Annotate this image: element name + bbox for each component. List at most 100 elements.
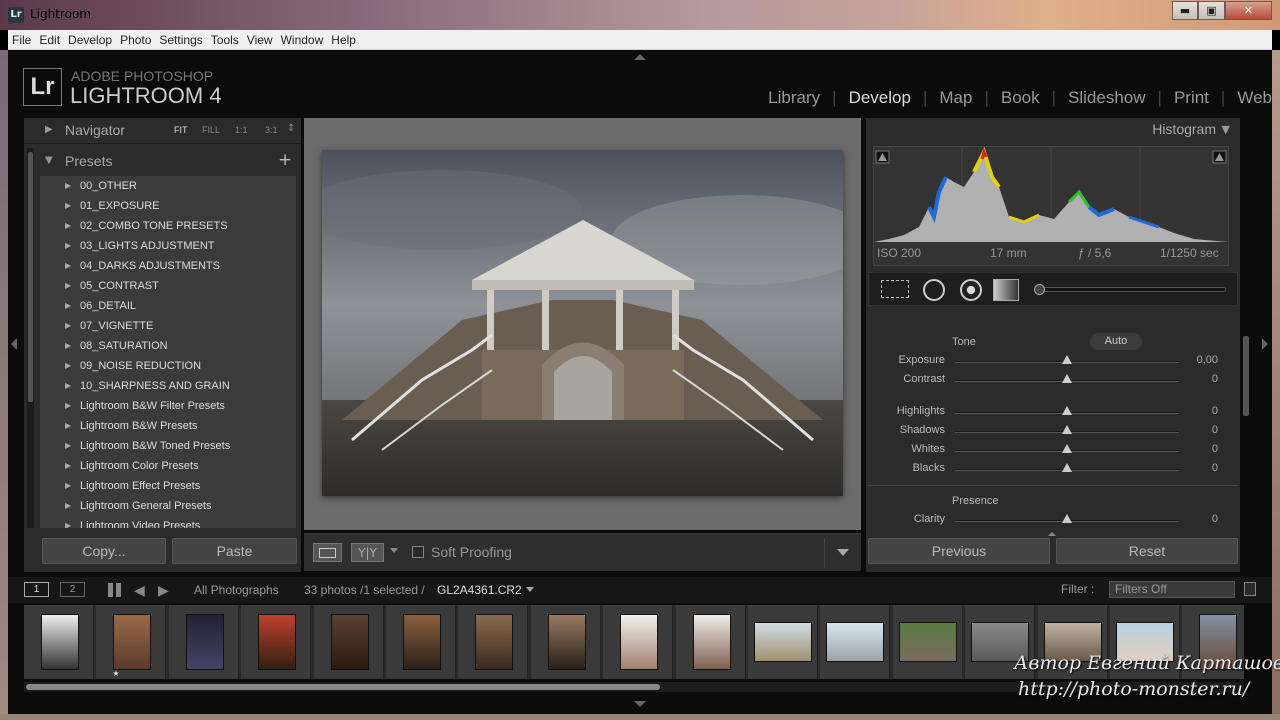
slider-value[interactable]: 0,00 bbox=[1197, 354, 1218, 366]
slider-value[interactable]: 0 bbox=[1212, 443, 1218, 455]
menu-tools[interactable]: Tools bbox=[207, 30, 243, 47]
filmstrip-cell[interactable] bbox=[386, 605, 456, 679]
reset-button[interactable]: Reset bbox=[1056, 538, 1238, 564]
filmstrip-cell[interactable] bbox=[313, 605, 384, 679]
preset-folder[interactable]: ▶ Lightroom B&W Filter Presets bbox=[40, 396, 296, 416]
slider-row-blacks[interactable]: Blacks 0 bbox=[868, 460, 1238, 479]
menu-file[interactable]: File bbox=[8, 30, 35, 47]
slider-thumb[interactable] bbox=[1062, 514, 1072, 523]
preset-folder[interactable]: ▶ 00_OTHER bbox=[40, 176, 296, 196]
filmstrip-thumbnail[interactable] bbox=[898, 622, 957, 662]
preset-folder[interactable]: ▶ 04_DARKS ADJUSTMENTS bbox=[40, 256, 296, 276]
add-preset-button[interactable]: + bbox=[278, 150, 292, 170]
slider-thumb[interactable] bbox=[1062, 425, 1072, 434]
close-button[interactable]: ✕ bbox=[1225, 1, 1272, 20]
preset-folder[interactable]: ▶ 02_COMBO TONE PRESETS bbox=[40, 216, 296, 236]
module-book[interactable]: Book bbox=[1001, 88, 1040, 108]
filmstrip-thumbnail[interactable] bbox=[330, 614, 369, 670]
source-label[interactable]: All Photographs bbox=[194, 583, 279, 597]
toolbar-options-icon[interactable] bbox=[837, 549, 849, 556]
histogram[interactable]: ISO 200 17 mm ƒ / 5,6 1/1250 sec bbox=[873, 146, 1229, 266]
zoom-3-1[interactable]: 3:1 bbox=[265, 125, 278, 135]
slider-row-shadows[interactable]: Shadows 0 bbox=[868, 422, 1238, 441]
slider-value[interactable]: 0 bbox=[1212, 424, 1218, 436]
main-photo[interactable] bbox=[322, 150, 843, 496]
preset-folder[interactable]: ▶ Lightroom Color Presets bbox=[40, 456, 296, 476]
chevron-down-icon[interactable] bbox=[390, 548, 398, 553]
zoom-chooser-icon[interactable]: ⇕ bbox=[287, 123, 295, 134]
preset-folder[interactable]: ▶ 07_VIGNETTE bbox=[40, 316, 296, 336]
crop-tool-icon[interactable] bbox=[881, 280, 909, 298]
filter-select[interactable]: Filters Off bbox=[1109, 581, 1235, 598]
slider-thumb[interactable] bbox=[1062, 355, 1072, 364]
zoom-1-1[interactable]: 1:1 bbox=[235, 125, 248, 135]
module-slideshow[interactable]: Slideshow bbox=[1068, 88, 1146, 108]
selected-filename[interactable]: GL2A4361.CR2 bbox=[437, 583, 522, 597]
paste-button[interactable]: Paste bbox=[172, 538, 297, 564]
slider-row-highlights[interactable]: Highlights 0 bbox=[868, 403, 1238, 422]
menu-view[interactable]: View bbox=[243, 30, 277, 47]
slider-value[interactable]: 0 bbox=[1212, 373, 1218, 385]
auto-tone-button[interactable]: Auto bbox=[1090, 333, 1142, 350]
filmstrip-cell[interactable] bbox=[241, 605, 312, 679]
copy-button[interactable]: Copy... bbox=[42, 538, 166, 564]
module-web[interactable]: Web bbox=[1237, 88, 1272, 108]
grid-view-icon[interactable] bbox=[108, 583, 122, 597]
slider-row-clarity[interactable]: Clarity 0 bbox=[868, 511, 1238, 530]
slider-value[interactable]: 0 bbox=[1212, 462, 1218, 474]
presets-header[interactable]: ▼ Presets + bbox=[24, 149, 301, 173]
filmstrip-cell[interactable] bbox=[168, 605, 239, 679]
menu-help[interactable]: Help bbox=[327, 30, 360, 47]
filmstrip-cell[interactable] bbox=[820, 605, 891, 679]
forward-arrow-icon[interactable]: ▶ bbox=[158, 582, 169, 599]
slider-row-whites[interactable]: Whites 0 bbox=[868, 441, 1238, 460]
module-print[interactable]: Print bbox=[1174, 88, 1209, 108]
filmstrip-thumbnail[interactable] bbox=[475, 614, 514, 670]
slider-thumb[interactable] bbox=[1062, 444, 1072, 453]
previous-button[interactable]: Previous bbox=[868, 538, 1050, 564]
right-panel-scroll-thumb[interactable] bbox=[1243, 336, 1249, 416]
filmstrip-thumbnail[interactable] bbox=[692, 614, 731, 670]
slider-value[interactable]: 0 bbox=[1212, 513, 1218, 525]
filmstrip-thumbnail[interactable] bbox=[547, 614, 586, 670]
left-panel-toggle-icon[interactable] bbox=[11, 338, 17, 350]
filmstrip-cell[interactable] bbox=[458, 605, 529, 679]
filmstrip-scroll-thumb[interactable] bbox=[26, 684, 660, 690]
bottom-panel-toggle-icon[interactable] bbox=[634, 701, 646, 707]
filmstrip-thumbnail[interactable] bbox=[403, 614, 441, 670]
spot-removal-icon[interactable] bbox=[923, 279, 945, 301]
presets-scroll-thumb[interactable] bbox=[28, 152, 33, 402]
filmstrip-cell[interactable] bbox=[748, 605, 818, 679]
filmstrip-thumbnail[interactable] bbox=[41, 614, 79, 670]
module-develop[interactable]: Develop bbox=[849, 88, 911, 108]
slider-value[interactable]: 0 bbox=[1212, 405, 1218, 417]
navigator-header[interactable]: ▶ Navigator FIT FILL 1:1 3:1 ⇕ bbox=[24, 118, 301, 142]
screen2-button[interactable]: 2 bbox=[60, 582, 85, 597]
preset-folder[interactable]: ▶ 08_SATURATION bbox=[40, 336, 296, 356]
slider-thumb[interactable] bbox=[1062, 374, 1072, 383]
filmstrip-cell[interactable] bbox=[530, 605, 601, 679]
adjustment-brush-icon[interactable] bbox=[1034, 284, 1045, 295]
menu-edit[interactable]: Edit bbox=[35, 30, 64, 47]
preset-folder[interactable]: ▶ 01_EXPOSURE bbox=[40, 196, 296, 216]
preset-folder[interactable]: ▶ 09_NOISE REDUCTION bbox=[40, 356, 296, 376]
back-arrow-icon[interactable]: ◀ bbox=[134, 582, 145, 599]
preset-folder[interactable]: ▶ Lightroom General Presets bbox=[40, 496, 296, 516]
minimize-button[interactable]: ▬ bbox=[1172, 1, 1198, 20]
soft-proofing-checkbox[interactable] bbox=[412, 546, 424, 558]
preset-folder[interactable]: ▶ Lightroom B&W Toned Presets bbox=[40, 436, 296, 456]
preset-folder[interactable]: ▶ Lightroom B&W Presets bbox=[40, 416, 296, 436]
slider-thumb[interactable] bbox=[1062, 463, 1072, 472]
red-eye-icon[interactable] bbox=[960, 279, 982, 301]
brush-slider-track[interactable] bbox=[1035, 287, 1226, 292]
preset-folder[interactable]: ▶ 03_LIGHTS ADJUSTMENT bbox=[40, 236, 296, 256]
preset-folder[interactable]: ▶ 10_SHARPNESS AND GRAIN bbox=[40, 376, 296, 396]
top-panel-toggle-icon[interactable] bbox=[634, 54, 646, 60]
filmstrip-cell[interactable] bbox=[603, 605, 674, 679]
filmstrip-cell[interactable] bbox=[675, 605, 746, 679]
chevron-down-icon[interactable] bbox=[526, 587, 534, 592]
module-map[interactable]: Map bbox=[939, 88, 972, 108]
slider-thumb[interactable] bbox=[1062, 406, 1072, 415]
screen1-button[interactable]: 1 bbox=[24, 582, 49, 597]
preset-folder[interactable]: ▶ 06_DETAIL bbox=[40, 296, 296, 316]
